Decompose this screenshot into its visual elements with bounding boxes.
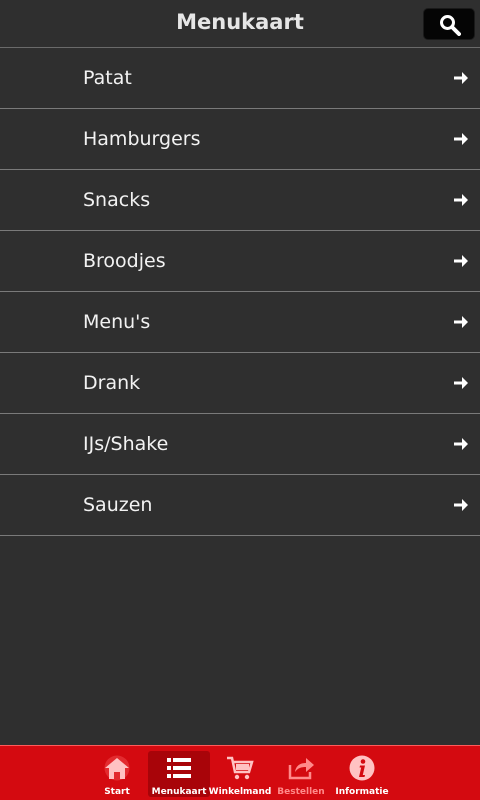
menu-item-label: Patat — [83, 67, 132, 89]
menu-item-patat[interactable]: Patat — [0, 48, 480, 109]
home-icon — [104, 755, 130, 781]
menu-item-label: Sauzen — [83, 494, 153, 516]
menu-item-menus[interactable]: Menu's — [0, 292, 480, 353]
menu-item-label: Snacks — [83, 189, 151, 211]
menu-item-label: Hamburgers — [83, 128, 201, 150]
list-icon — [167, 758, 191, 778]
info-icon — [349, 755, 375, 781]
arrow-right-icon — [454, 255, 468, 267]
menu-item-label: IJs/Shake — [83, 433, 169, 455]
menu-item-broodjes[interactable]: Broodjes — [0, 231, 480, 292]
arrow-right-icon — [454, 72, 468, 84]
menu-item-drank[interactable]: Drank — [0, 353, 480, 414]
search-icon — [440, 15, 461, 36]
menu-item-label: Drank — [83, 372, 141, 394]
arrow-right-icon — [454, 499, 468, 511]
page-title: Menukaart — [176, 10, 304, 34]
menu-item-sauzen[interactable]: Sauzen — [0, 475, 480, 536]
arrow-right-icon — [454, 133, 468, 145]
search-button[interactable] — [423, 8, 475, 40]
tab-label: Informatie — [335, 787, 389, 797]
menu-item-label: Menu's — [83, 311, 151, 333]
menu-item-snacks[interactable]: Snacks — [0, 170, 480, 231]
tab-informatie[interactable]: Informatie — [331, 751, 393, 797]
menu-item-hamburgers[interactable]: Hamburgers — [0, 109, 480, 170]
cart-icon — [227, 756, 254, 780]
tab-start[interactable]: Start — [86, 751, 148, 797]
menu-list: Patat Hamburgers Snacks Broodjes Menu's … — [0, 48, 480, 536]
arrow-right-icon — [454, 438, 468, 450]
menu-item-label: Broodjes — [83, 250, 166, 272]
arrow-right-icon — [454, 377, 468, 389]
header-bar: Menukaart — [0, 0, 480, 48]
menu-item-ijs-shake[interactable]: IJs/Shake — [0, 414, 480, 475]
share-icon — [288, 758, 314, 780]
arrow-right-icon — [454, 194, 468, 206]
arrow-right-icon — [454, 316, 468, 328]
tab-bar: Start Menukaart Winkelmand Bestellen Inf… — [0, 745, 480, 800]
